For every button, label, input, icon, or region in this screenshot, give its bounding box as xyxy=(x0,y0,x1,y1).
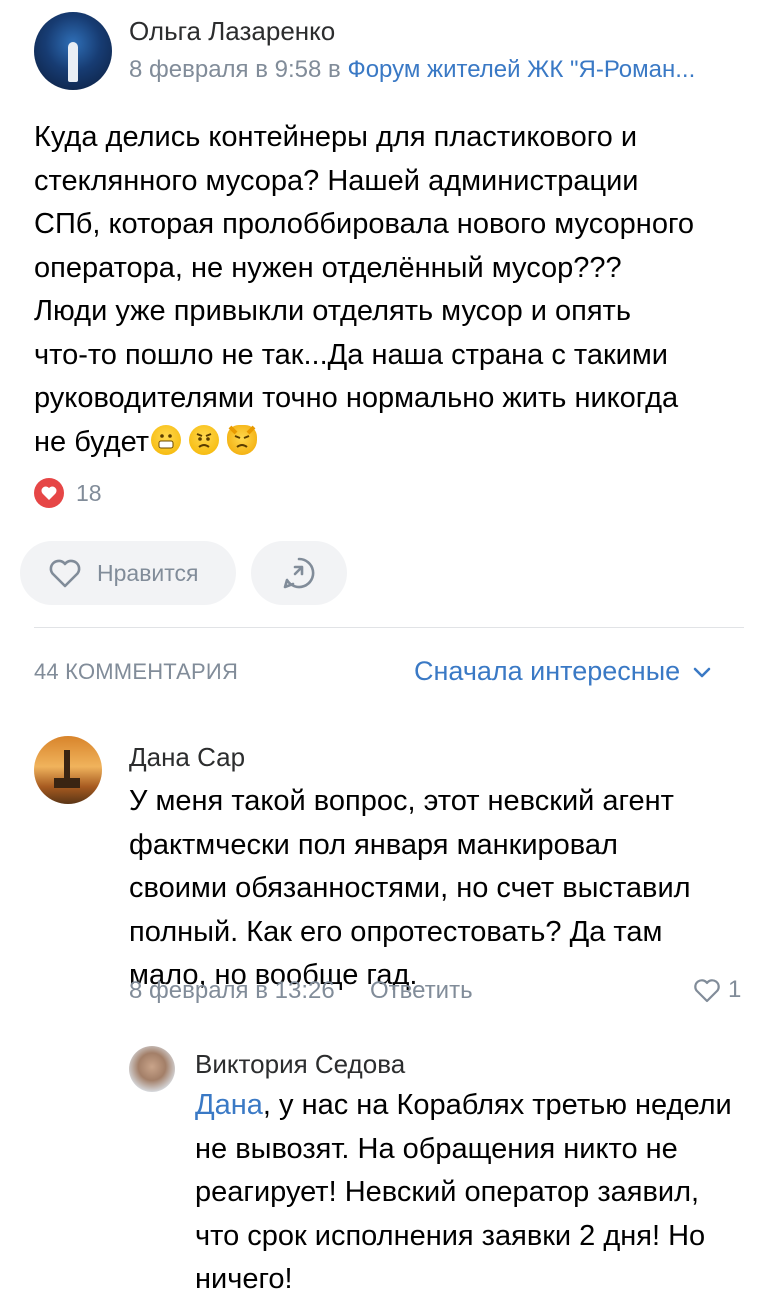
post-text-line: не будет xyxy=(34,425,150,458)
reply-text-first-line: Дана, у нас на Кораблях третью недели xyxy=(195,1084,765,1128)
reply-text-line: , у нас на Кораблях третью недели xyxy=(262,1089,732,1121)
heart-outline-icon xyxy=(694,978,720,1002)
comment-like-button[interactable]: 1 xyxy=(692,976,741,1004)
reply-author-avatar[interactable] xyxy=(129,1046,175,1092)
reply-text: Дана, у нас на Кораблях третью недели не… xyxy=(195,1084,765,1302)
post-text-line: стеклянного мусора? Нашей администрации xyxy=(34,164,639,197)
post-text-line: Люди уже привыкли отделять мусор и опять xyxy=(34,295,631,327)
comment-date: 8 февраля в 13:26 xyxy=(129,977,335,1004)
comment-text-line: фактмчески пол января манкировал xyxy=(129,828,618,861)
like-button-label: Нравится xyxy=(97,559,199,586)
post-author-avatar[interactable] xyxy=(34,12,112,90)
comment-text-line: своими обязанностями, но счет выставил xyxy=(129,872,691,904)
comment-reply-button[interactable]: Ответить xyxy=(370,977,473,1005)
post-group-link[interactable]: Форум жителей ЖК "Я-Роман... xyxy=(347,56,695,83)
post-text-line: оператора, не нужен отделённый мусор??? xyxy=(34,251,622,284)
comments-sort-label: Сначала интересные xyxy=(414,656,681,686)
reply-author-name[interactable]: Виктория Седова xyxy=(195,1049,405,1080)
divider xyxy=(34,627,744,628)
comment-text-line: полный. Как его опротестовать? Да там xyxy=(129,915,663,948)
post-in-word: в xyxy=(328,56,341,83)
comment-text: У меня такой вопрос, этот невский агент … xyxy=(129,780,749,998)
comment-likes-count: 1 xyxy=(728,976,742,1003)
share-icon xyxy=(283,557,315,589)
share-button[interactable] xyxy=(251,541,347,605)
pouting-cat-emoji xyxy=(227,424,258,455)
comment-author-name[interactable]: Дана Сар xyxy=(129,742,245,773)
reply-text-line: не вывозят. На обращения никто не xyxy=(195,1132,678,1165)
post-text-line: СПб, которая пролоббировала нового мусор… xyxy=(34,208,695,240)
post-meta: 8 февраля в 9:58 в Форум жителей ЖК "Я-Р… xyxy=(129,56,695,84)
like-button[interactable]: Нравится xyxy=(20,541,236,605)
angry-face-emoji xyxy=(189,424,220,455)
reply-mention-link[interactable]: Дана xyxy=(195,1089,263,1121)
post-author-name[interactable]: Ольга Лазаренко xyxy=(129,16,335,47)
post-text-line: руководителями точно нормально жить нико… xyxy=(34,382,679,414)
comment-text-line: У меня такой вопрос, этот невский агент xyxy=(129,785,674,817)
comments-sort-dropdown[interactable]: Сначала интересные xyxy=(414,656,712,687)
comment-author-avatar[interactable] xyxy=(34,736,102,804)
reaction-heart-icon[interactable] xyxy=(34,478,64,508)
post-text: Куда делись контейнеры для пластикового … xyxy=(34,116,754,464)
reactions-count[interactable]: 18 xyxy=(76,480,102,507)
grimacing-face-emoji xyxy=(151,424,182,455)
reply-text-line: реагирует! Невский оператор заявил, xyxy=(195,1176,700,1208)
comments-count-label: 44 КОММЕНТАРИЯ xyxy=(34,659,239,684)
heart-outline-icon xyxy=(49,559,81,588)
post-date: 8 февраля в 9:58 xyxy=(129,56,322,83)
chevron-down-icon xyxy=(693,667,711,677)
post-text-line: что-то пошло не так...Да наша страна с т… xyxy=(34,338,668,371)
post-text-line-last: не будет xyxy=(34,421,754,465)
reply-text-line: что срок исполнения заявки 2 дня! Но xyxy=(195,1219,706,1252)
post-text-line: Куда делись контейнеры для пластикового … xyxy=(34,121,638,153)
